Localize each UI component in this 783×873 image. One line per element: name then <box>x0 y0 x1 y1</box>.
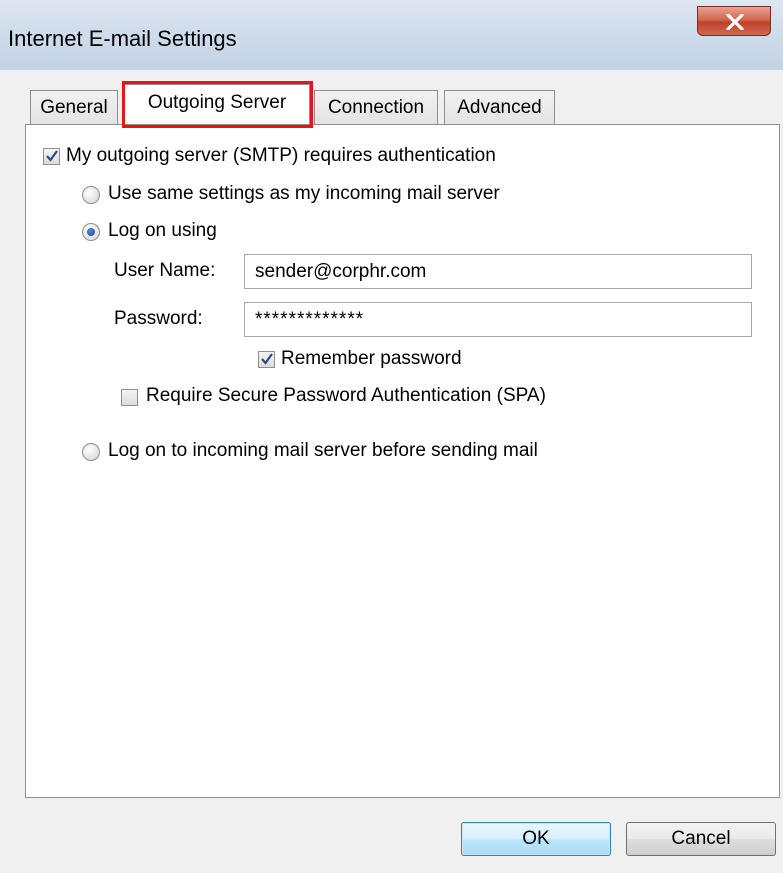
password-input[interactable]: ************* <box>244 302 752 337</box>
username-input[interactable]: sender@corphr.com <box>244 254 752 289</box>
checkmark-icon <box>46 150 58 162</box>
log-on-using-label[interactable]: Log on using <box>108 220 217 242</box>
outgoing-server-tab-highlight <box>122 81 313 128</box>
requires-auth-label[interactable]: My outgoing server (SMTP) requires authe… <box>66 145 496 167</box>
spa-label[interactable]: Require Secure Password Authentication (… <box>146 385 546 407</box>
username-label: User Name: <box>114 260 216 281</box>
remember-password-label[interactable]: Remember password <box>281 348 462 370</box>
password-label: Password: <box>114 308 203 329</box>
ok-button[interactable]: OK <box>461 822 611 856</box>
tab-general[interactable]: General <box>30 90 118 124</box>
cancel-button[interactable]: Cancel <box>626 822 776 856</box>
same-settings-radio[interactable] <box>82 186 100 204</box>
tab-advanced[interactable]: Advanced <box>444 90 555 124</box>
tab-connection[interactable]: Connection <box>314 90 438 124</box>
same-settings-label[interactable]: Use same settings as my incoming mail se… <box>108 183 500 205</box>
tab-panel-outgoing-server: My outgoing server (SMTP) requires authe… <box>25 124 780 798</box>
close-icon <box>726 14 744 30</box>
log-on-incoming-label[interactable]: Log on to incoming mail server before se… <box>108 440 538 462</box>
close-button[interactable] <box>697 6 771 36</box>
checkmark-icon <box>261 353 273 365</box>
internet-email-settings-dialog: Internet E-mail Settings General Outgoin… <box>0 0 783 873</box>
spa-checkbox[interactable] <box>121 389 138 406</box>
window-title: Internet E-mail Settings <box>8 26 237 51</box>
requires-auth-checkbox[interactable] <box>43 148 60 165</box>
log-on-using-radio[interactable] <box>82 223 100 241</box>
log-on-incoming-radio[interactable] <box>82 443 100 461</box>
remember-password-checkbox[interactable] <box>258 351 275 368</box>
title-bar[interactable]: Internet E-mail Settings <box>0 0 783 70</box>
